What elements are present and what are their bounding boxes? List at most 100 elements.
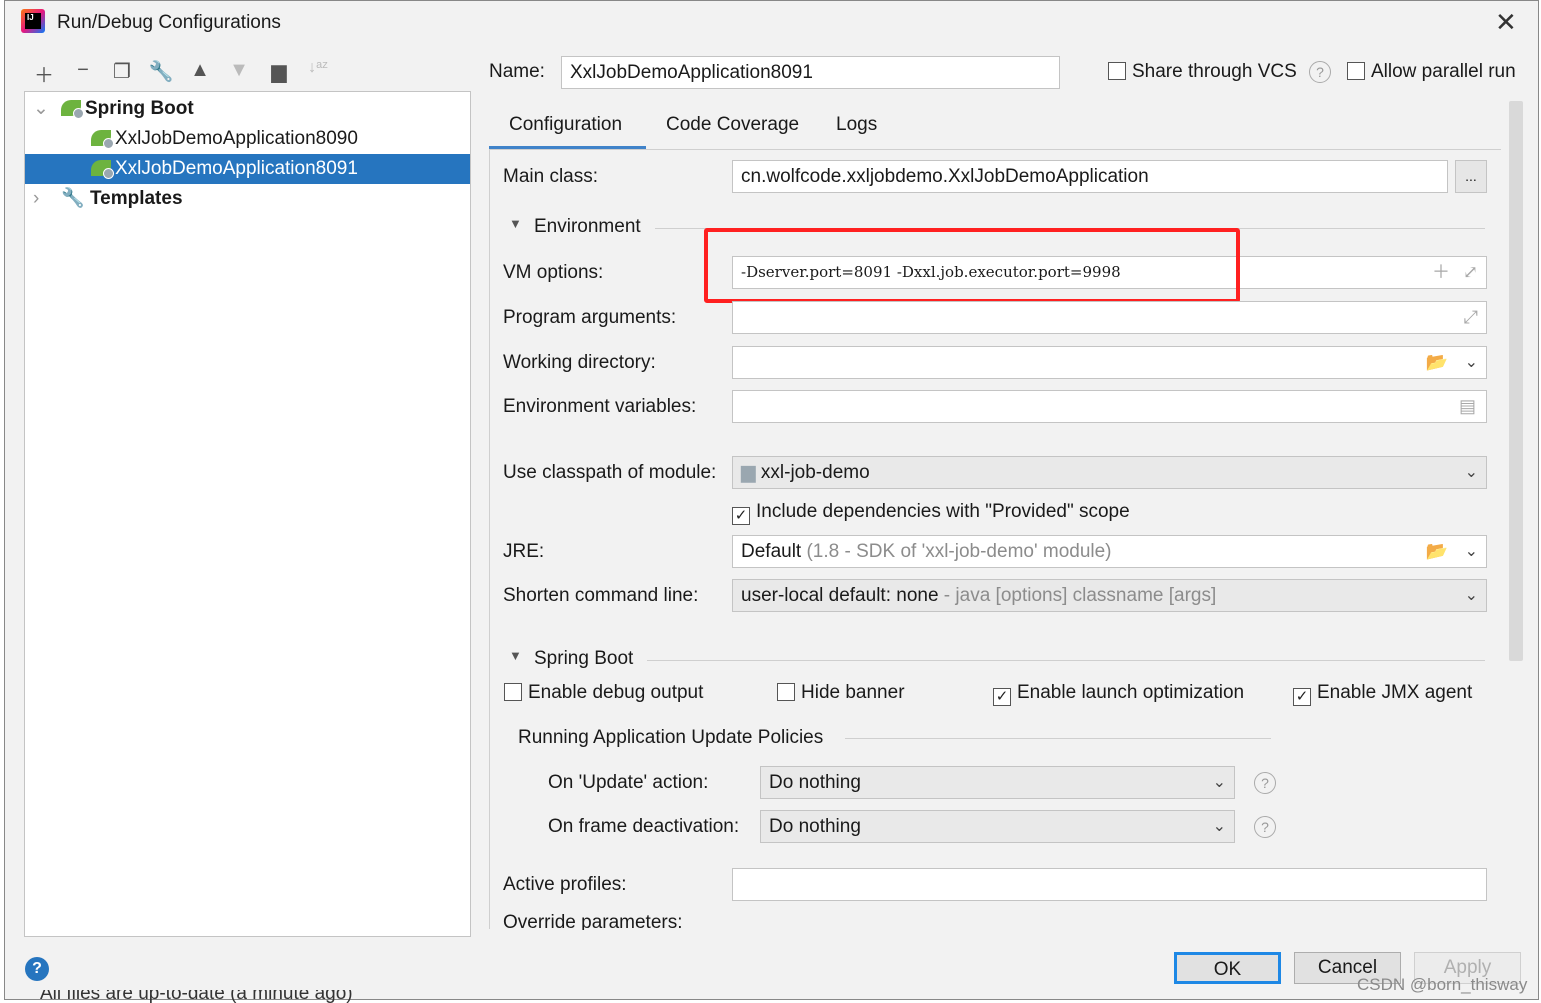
- checkbox-checked-icon[interactable]: ✓: [993, 688, 1011, 706]
- arrow-up-icon[interactable]: ▲: [187, 59, 213, 82]
- active-profiles-input[interactable]: [732, 868, 1487, 901]
- expand-icon[interactable]: ⤢: [1463, 257, 1478, 288]
- launch-optimization-checkbox[interactable]: ✓ Enable launch optimization: [993, 682, 1244, 706]
- configuration-tree[interactable]: ⌄ Spring Boot XxlJobDemoApplication8090 …: [24, 91, 471, 937]
- folder-icon[interactable]: 📂: [1426, 536, 1448, 567]
- jre-hint: (1.8 - SDK of 'xxl-job-demo' module): [806, 541, 1112, 562]
- tree-item-selected[interactable]: XxlJobDemoApplication8091: [25, 154, 470, 184]
- classpath-module-select[interactable]: ▆ xxl-job-demo ⌄: [732, 456, 1487, 489]
- share-vcs-checkbox[interactable]: Share through VCS: [1108, 61, 1297, 83]
- chevron-down-icon[interactable]: ⌄: [1213, 767, 1226, 798]
- chevron-right-icon[interactable]: ›: [33, 184, 39, 214]
- folder-icon[interactable]: 📂: [1426, 347, 1448, 378]
- frame-deactivation-select[interactable]: Do nothing ⌄: [760, 810, 1235, 843]
- name-label: Name:: [489, 61, 545, 82]
- chevron-down-icon[interactable]: ⌄: [1465, 536, 1478, 567]
- browse-button[interactable]: ...: [1455, 160, 1487, 193]
- checkbox-icon[interactable]: [504, 683, 522, 701]
- program-arguments-label: Program arguments:: [503, 307, 677, 328]
- minus-icon[interactable]: −: [70, 59, 96, 82]
- update-action-label: On 'Update' action:: [548, 772, 709, 793]
- main-class-label: Main class:: [503, 166, 599, 187]
- hide-banner-checkbox[interactable]: Hide banner: [777, 682, 905, 704]
- shorten-value: user-local default: none: [741, 585, 939, 606]
- spring-boot-app-icon: [91, 130, 114, 149]
- tree-group-spring-boot[interactable]: ⌄ Spring Boot: [25, 94, 470, 124]
- update-action-select[interactable]: Do nothing ⌄: [760, 766, 1235, 799]
- help-icon[interactable]: ?: [1254, 816, 1276, 838]
- sort-az-icon[interactable]: ↓ᵃᶻ: [305, 59, 331, 77]
- checkbox-icon[interactable]: [1108, 62, 1126, 80]
- chevron-down-icon[interactable]: ⌄: [1465, 580, 1478, 611]
- checkbox-icon[interactable]: [1347, 62, 1365, 80]
- checkbox-checked-icon[interactable]: ✓: [732, 507, 750, 525]
- tree-group-templates[interactable]: › 🔧 Templates: [25, 184, 470, 214]
- checkbox-icon[interactable]: [777, 683, 795, 701]
- plus-icon[interactable]: ＋: [1432, 257, 1450, 288]
- update-policies-heading: Running Application Update Policies: [518, 727, 824, 748]
- close-icon[interactable]: ✕: [1495, 7, 1517, 38]
- folder-add-icon[interactable]: ▆: [266, 59, 292, 84]
- module-value: xxl-job-demo: [760, 462, 870, 483]
- plus-icon[interactable]: ＋: [31, 59, 57, 88]
- active-profiles-label: Active profiles:: [503, 874, 627, 895]
- expand-icon[interactable]: ⤢: [1464, 302, 1478, 333]
- arrow-down-icon[interactable]: ▼: [226, 59, 252, 82]
- tab-code-coverage[interactable]: Code Coverage: [666, 114, 799, 136]
- frame-deactivation-label: On frame deactivation:: [548, 816, 740, 837]
- status-text: All files are up-to-date (a minute ago): [40, 990, 353, 1003]
- working-directory-input[interactable]: 📂 ⌄: [732, 346, 1487, 379]
- help-icon[interactable]: ?: [25, 957, 49, 981]
- ok-button[interactable]: OK: [1174, 952, 1281, 984]
- environment-variables-input[interactable]: ▤: [732, 390, 1487, 423]
- window-title: Run/Debug Configurations: [57, 12, 281, 33]
- name-input[interactable]: XxlJobDemoApplication8091: [561, 56, 1060, 89]
- chevron-down-icon[interactable]: ⌄: [1213, 811, 1226, 842]
- chevron-down-icon[interactable]: ⌄: [1465, 457, 1478, 488]
- chevron-down-icon[interactable]: ⌄: [33, 94, 49, 124]
- tab-logs[interactable]: Logs: [836, 114, 877, 136]
- override-parameters-label: Override parameters:: [503, 912, 683, 930]
- divider: [489, 149, 1501, 150]
- collapse-triangle-icon[interactable]: ▼: [509, 648, 522, 663]
- parallel-run-checkbox[interactable]: Allow parallel run: [1347, 61, 1516, 83]
- scrollbar[interactable]: [1509, 101, 1523, 661]
- wrench-icon: 🔧: [61, 188, 85, 209]
- include-dependencies-checkbox[interactable]: ✓ Include dependencies with "Provided" sc…: [732, 501, 1130, 525]
- working-directory-label: Working directory:: [503, 352, 656, 373]
- jre-label: JRE:: [503, 541, 545, 562]
- shorten-command-line-label: Shorten command line:: [503, 585, 699, 606]
- jmx-agent-label: Enable JMX agent: [1317, 682, 1473, 703]
- vm-options-label: VM options:: [503, 262, 604, 283]
- help-icon[interactable]: ?: [1309, 61, 1331, 83]
- collapse-triangle-icon[interactable]: ▼: [509, 216, 522, 231]
- debug-output-checkbox[interactable]: Enable debug output: [504, 682, 703, 704]
- program-arguments-input[interactable]: ⤢: [732, 301, 1487, 334]
- debug-output-label: Enable debug output: [528, 682, 704, 703]
- classpath-module-label: Use classpath of module:: [503, 462, 717, 483]
- spring-boot-section: Spring Boot: [534, 648, 634, 669]
- checkbox-checked-icon[interactable]: ✓: [1293, 688, 1311, 706]
- environment-variables-label: Environment variables:: [503, 396, 697, 417]
- run-debug-dialog: IJ Run/Debug Configurations ✕ ＋ − ❐ 🔧 ▲ …: [4, 0, 1539, 1000]
- help-icon[interactable]: ?: [1254, 772, 1276, 794]
- tree-group-label: Spring Boot: [85, 98, 194, 119]
- copy-icon[interactable]: ❐: [109, 59, 135, 84]
- include-dependencies-label: Include dependencies with "Provided" sco…: [756, 501, 1130, 522]
- tree-item[interactable]: XxlJobDemoApplication8090: [25, 124, 470, 154]
- main-class-input[interactable]: cn.wolfcode.xxljobdemo.XxlJobDemoApplica…: [732, 160, 1448, 193]
- share-vcs-label: Share through VCS: [1132, 61, 1297, 82]
- jmx-agent-checkbox[interactable]: ✓ Enable JMX agent: [1293, 682, 1472, 706]
- chevron-down-icon[interactable]: ⌄: [1465, 347, 1478, 378]
- wrench-icon[interactable]: 🔧: [148, 59, 174, 84]
- document-icon[interactable]: ▤: [1459, 391, 1476, 422]
- jre-select[interactable]: Default (1.8 - SDK of 'xxl-job-demo' mod…: [732, 535, 1487, 568]
- launch-optimization-label: Enable launch optimization: [1017, 682, 1245, 703]
- hide-banner-label: Hide banner: [801, 682, 905, 703]
- tree-item-label: XxlJobDemoApplication8090: [115, 128, 358, 149]
- highlight-box: [704, 228, 1240, 303]
- spring-boot-icon: [61, 100, 84, 119]
- shorten-command-line-select[interactable]: user-local default: none - java [options…: [732, 579, 1487, 612]
- watermark: CSDN @born_thisway: [1357, 975, 1528, 994]
- tab-configuration[interactable]: Configuration: [509, 114, 622, 136]
